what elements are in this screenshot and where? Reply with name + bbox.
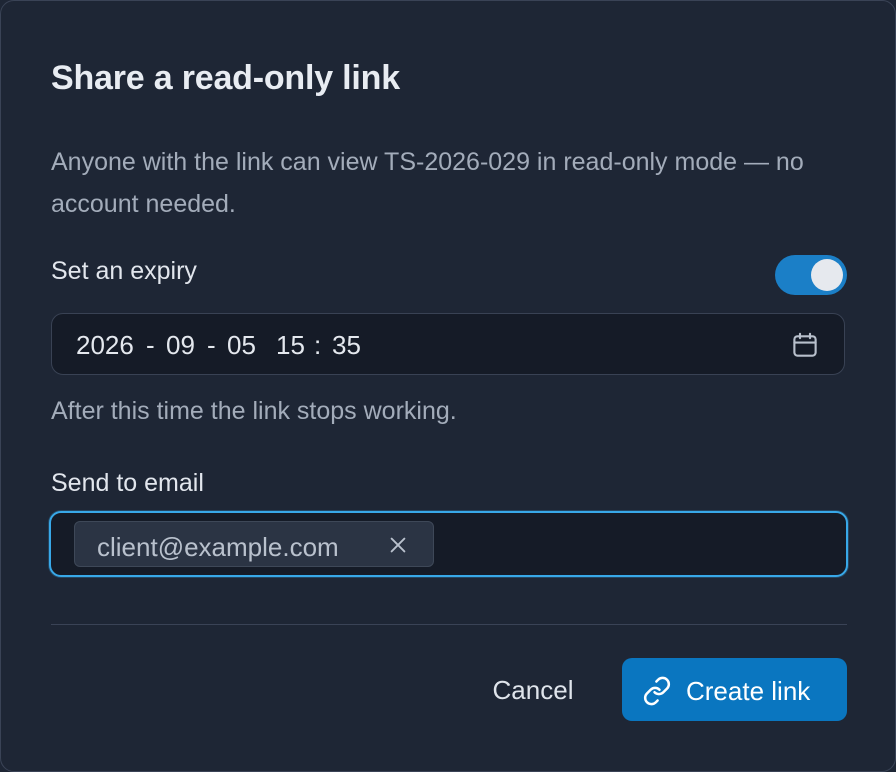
time-hour-segment[interactable]: 15 <box>276 330 305 361</box>
email-chip-label: client@example.com <box>97 532 339 562</box>
email-label: Send to email <box>51 469 204 497</box>
date-year-segment[interactable]: 2026 <box>76 330 134 361</box>
create-link-button[interactable]: Create link <box>622 658 847 721</box>
date-separator: - <box>207 330 216 360</box>
cancel-button[interactable]: Cancel <box>471 659 595 721</box>
footer-divider <box>51 624 847 625</box>
dialog-title: Share a read-only link <box>51 59 400 97</box>
expiry-hint: After this time the link stops working. <box>51 397 457 425</box>
time-minute-segment[interactable]: 35 <box>332 330 361 361</box>
link-icon <box>643 676 671 706</box>
expiry-toggle[interactable] <box>775 255 847 295</box>
toggle-knob <box>811 259 843 291</box>
expiry-label: Set an expiry <box>51 257 197 285</box>
email-recipients-input[interactable]: client@example.com <box>49 511 848 577</box>
close-icon[interactable] <box>387 534 409 556</box>
calendar-icon[interactable] <box>790 330 820 360</box>
email-chip: client@example.com <box>74 521 434 567</box>
share-link-dialog: Share a read-only link Anyone with the l… <box>0 0 896 772</box>
time-separator: : <box>314 330 322 360</box>
create-link-label: Create link <box>686 676 811 706</box>
date-month-segment[interactable]: 09 <box>166 330 195 361</box>
dialog-description: Anyone with the link can view TS-2026-02… <box>51 148 804 218</box>
expiry-datetime-input[interactable]: 2026 - 09 - 05 15 : 35 <box>51 313 845 375</box>
date-separator: - <box>146 330 155 360</box>
date-day-segment[interactable]: 05 <box>227 330 256 361</box>
